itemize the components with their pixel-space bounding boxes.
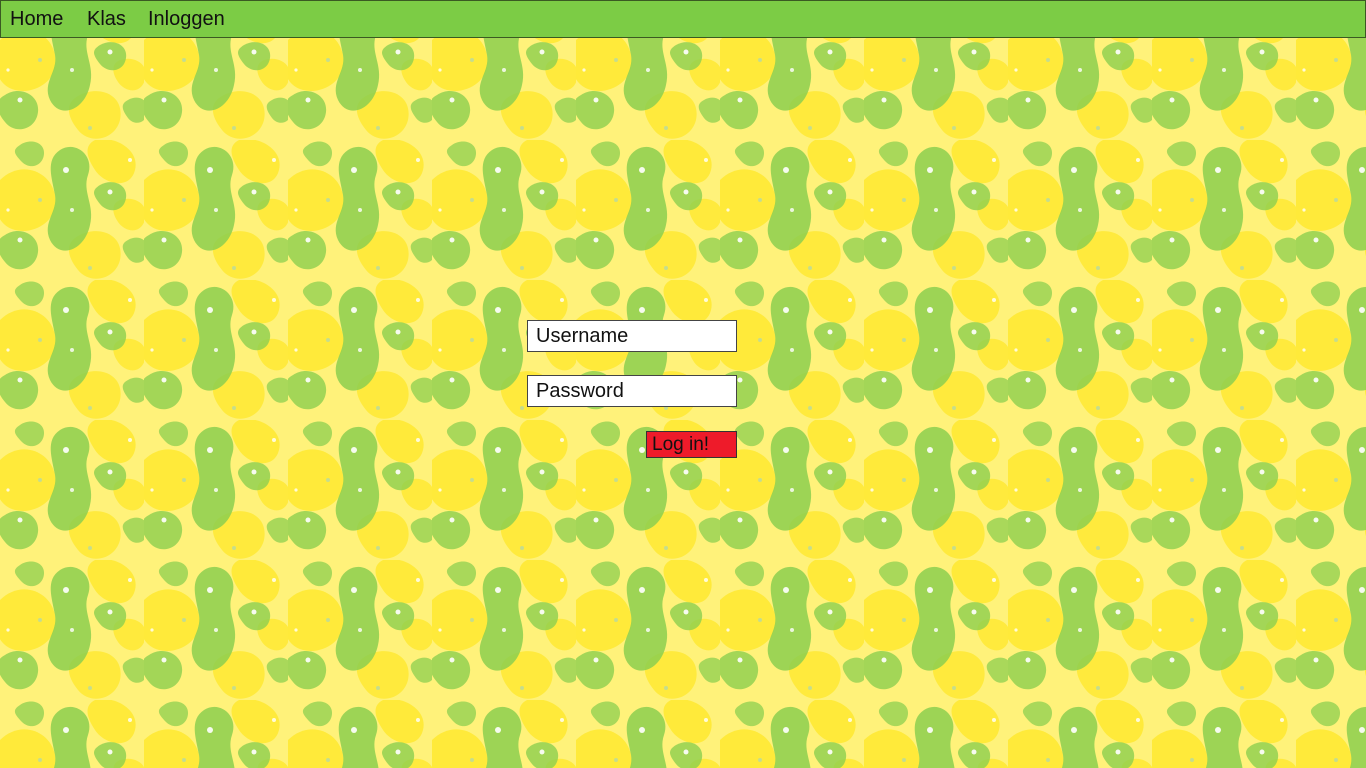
top-navbar: Home Klas Inloggen [0, 0, 1366, 38]
password-input[interactable] [527, 375, 737, 407]
username-input[interactable] [527, 320, 737, 352]
login-button[interactable]: Log in! [646, 431, 737, 458]
nav-klas-link[interactable]: Klas [87, 1, 126, 37]
nav-inloggen-link[interactable]: Inloggen [148, 1, 225, 37]
nav-home-link[interactable]: Home [10, 1, 63, 37]
